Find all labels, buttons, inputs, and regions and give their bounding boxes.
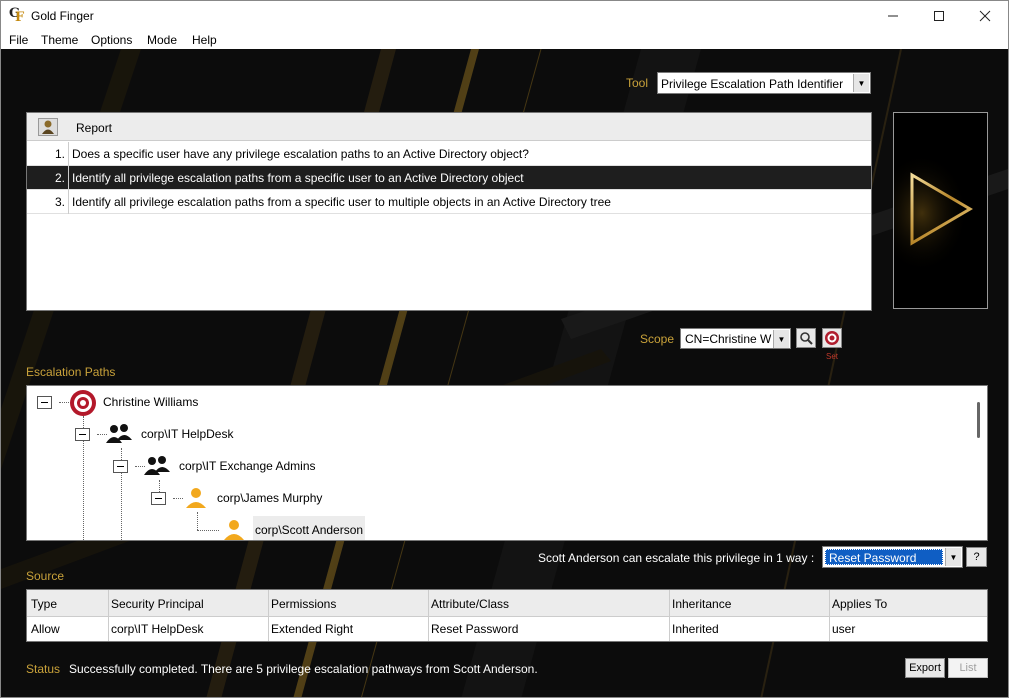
- tree-scrollbar[interactable]: [971, 386, 987, 540]
- tree-node-label: corp\James Murphy: [217, 491, 323, 505]
- search-icon: [800, 332, 813, 345]
- user-icon: [224, 520, 244, 540]
- column-header-attribute-class[interactable]: Attribute/Class: [431, 597, 509, 611]
- set-scope-button[interactable]: [822, 328, 842, 348]
- tree-node-label: Christine Williams: [103, 395, 199, 409]
- user-silhouette-icon: [42, 120, 54, 134]
- status-message: Successfully completed. There are 5 priv…: [69, 662, 538, 676]
- menu-mode[interactable]: Mode: [147, 33, 177, 47]
- tree-node-label: corp\Scott Anderson: [253, 516, 366, 540]
- source-label: Source: [26, 569, 65, 583]
- cell-applies-to: user: [832, 622, 856, 636]
- collapse-toggle[interactable]: [37, 396, 52, 409]
- scope-label: Scope: [640, 332, 675, 346]
- close-icon: [979, 10, 991, 22]
- report-row[interactable]: 1. Does a specific user have any privileg…: [27, 142, 871, 166]
- cell-type: Allow: [31, 622, 60, 636]
- report-list: Report 1. Does a specific user have any p…: [26, 112, 872, 311]
- tree-node-it-exchange-admins[interactable]: corp\IT Exchange Admins: [27, 452, 367, 480]
- column-header-security-principal[interactable]: Security Principal: [111, 597, 204, 611]
- chevron-down-icon[interactable]: ▼: [773, 330, 789, 348]
- row-divider: [68, 142, 69, 166]
- tree-node-james-murphy[interactable]: corp\James Murphy: [27, 484, 367, 512]
- report-row-number: 1.: [54, 147, 65, 161]
- app-window: GF Gold Finger File Theme Options Mode H…: [0, 0, 1009, 698]
- close-button[interactable]: [962, 1, 1008, 31]
- report-header: Report: [27, 113, 871, 141]
- chevron-down-icon[interactable]: ▼: [945, 548, 961, 566]
- tree-node-label: corp\IT Exchange Admins: [179, 459, 316, 473]
- menu-theme[interactable]: Theme: [41, 33, 78, 47]
- escalation-paths-label: Escalation Paths: [26, 365, 116, 379]
- chevron-down-icon[interactable]: ▼: [853, 74, 869, 92]
- cell-permissions: Extended Right: [271, 622, 354, 636]
- report-row-text: Does a specific user have any privilege …: [72, 147, 529, 161]
- report-row-text: Identify all privilege escalation paths …: [72, 195, 611, 209]
- search-button[interactable]: [796, 328, 816, 348]
- scope-dropdown-value: CN=Christine W: [685, 332, 772, 346]
- escalation-summary: Scott Anderson can escalate this privile…: [538, 551, 815, 565]
- scope-dropdown[interactable]: CN=Christine W ▼: [680, 328, 791, 349]
- list-button[interactable]: List: [948, 658, 988, 678]
- column-header-inheritance[interactable]: Inheritance: [672, 597, 731, 611]
- play-icon: [894, 153, 987, 273]
- cell-inheritance: Inherited: [672, 622, 719, 636]
- escalation-method-value: Reset Password: [825, 549, 943, 565]
- collapse-toggle[interactable]: [151, 492, 166, 505]
- minimize-button[interactable]: [870, 1, 916, 31]
- report-row-number: 3.: [54, 195, 65, 209]
- title-bar: GF Gold Finger: [1, 1, 1008, 31]
- menu-bar: File Theme Options Mode Help: [1, 31, 1008, 49]
- column-header-permissions[interactable]: Permissions: [271, 597, 336, 611]
- collapse-toggle[interactable]: [113, 460, 128, 473]
- minimize-icon: [888, 15, 898, 17]
- tree-node-christine-williams[interactable]: Christine Williams: [27, 388, 327, 416]
- row-divider: [68, 166, 69, 190]
- tree-node-scott-anderson[interactable]: corp\Scott Anderson: [27, 516, 387, 540]
- target-icon: [70, 390, 96, 416]
- maximize-icon: [934, 11, 944, 21]
- escalation-tree: Christine Williams corp\IT HelpDesk corp…: [26, 385, 988, 541]
- tool-dropdown-value: Privilege Escalation Path Identifier: [661, 77, 844, 91]
- user-report-icon[interactable]: [38, 118, 58, 136]
- user-icon: [186, 488, 206, 508]
- menu-help[interactable]: Help: [192, 33, 217, 47]
- cell-security-principal: corp\IT HelpDesk: [111, 622, 204, 636]
- run-button[interactable]: [893, 112, 988, 309]
- help-button[interactable]: ?: [966, 547, 987, 567]
- report-row[interactable]: 2. Identify all privilege escalation path…: [27, 166, 871, 190]
- cell-attribute-class: Reset Password: [431, 622, 519, 636]
- tree-node-it-helpdesk[interactable]: corp\IT HelpDesk: [27, 420, 327, 448]
- source-table: Type Security Principal Permissions Attr…: [26, 589, 988, 642]
- tool-label: Tool: [626, 76, 649, 90]
- menu-options[interactable]: Options: [91, 33, 132, 47]
- maximize-button[interactable]: [916, 1, 962, 31]
- tree-node-label: corp\IT HelpDesk: [141, 427, 234, 441]
- export-button[interactable]: Export: [905, 658, 945, 678]
- gold-finger-logo-icon: GF: [9, 6, 25, 25]
- report-row-text: Identify all privilege escalation paths …: [72, 171, 524, 185]
- group-icon: [144, 456, 170, 475]
- column-header-type[interactable]: Type: [31, 597, 57, 611]
- report-header-title: Report: [76, 121, 113, 135]
- window-title: Gold Finger: [31, 9, 94, 23]
- target-icon: [825, 331, 839, 345]
- collapse-toggle[interactable]: [75, 428, 90, 441]
- report-row[interactable]: 3. Identify all privilege escalation path…: [27, 190, 871, 214]
- main-panel: Tool Privilege Escalation Path Identifie…: [1, 49, 1008, 697]
- escalation-method-dropdown[interactable]: Reset Password ▼: [822, 546, 963, 568]
- set-label: Set: [826, 352, 839, 361]
- column-header-applies-to[interactable]: Applies To: [832, 597, 887, 611]
- group-icon: [106, 424, 132, 443]
- report-row-number: 2.: [54, 171, 65, 185]
- row-divider: [68, 190, 69, 214]
- menu-file[interactable]: File: [9, 33, 28, 47]
- tool-dropdown[interactable]: Privilege Escalation Path Identifier ▼: [657, 72, 871, 94]
- status-label: Status: [26, 662, 61, 676]
- scroll-thumb[interactable]: [977, 402, 980, 438]
